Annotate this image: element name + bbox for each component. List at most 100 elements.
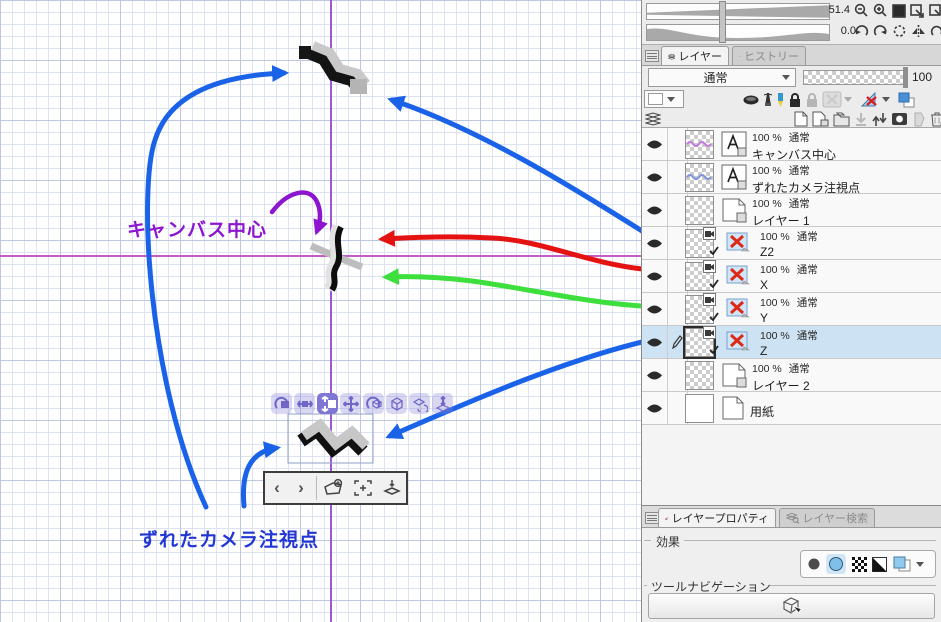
enable-mask-dropdown[interactable] — [822, 91, 857, 108]
chevron-down-icon[interactable] — [916, 561, 925, 567]
layer-row-camera-point[interactable]: 100 % 通常 ずれたカメラ注視点 — [642, 161, 941, 195]
layer-row-layer2[interactable]: 100 % 通常 レイヤー 2 — [642, 359, 941, 393]
blend-mode-dropdown[interactable]: 通常 — [648, 68, 796, 87]
visibility-eye-icon[interactable] — [642, 359, 668, 391]
rotate-slider[interactable] — [646, 24, 830, 41]
reset-view-icon[interactable] — [930, 24, 941, 38]
opacity-slider-handle[interactable] — [903, 67, 908, 88]
rotate-left-icon[interactable] — [854, 24, 869, 38]
fold-layers-icon[interactable] — [645, 111, 661, 126]
reset-rotation-icon[interactable] — [892, 24, 907, 38]
layer-list: 100 % 通常 キャンバス中心 100 % 通常 ずれたカメラ注視点 100 … — [642, 128, 941, 505]
opacity-slider[interactable] — [803, 67, 908, 88]
create-mask-icon[interactable] — [891, 112, 908, 126]
tab-layers[interactable]: レイヤー — [661, 46, 729, 65]
paper-thumbnail[interactable] — [685, 394, 714, 423]
fit-view-button[interactable] — [349, 479, 378, 497]
missing-material-icon — [726, 232, 751, 259]
tab-layer-search[interactable]: レイヤー検索 — [779, 508, 875, 527]
object-move-icon[interactable] — [340, 393, 361, 414]
layer-row-canvas-center[interactable]: 100 % 通常 キャンバス中心 — [642, 128, 941, 162]
checkmark-icon — [709, 341, 719, 359]
rotate-right-icon[interactable] — [873, 24, 888, 38]
camera-rotate-icon[interactable] — [271, 393, 292, 414]
border-effect-icon[interactable] — [807, 557, 821, 571]
print-size-icon[interactable] — [929, 3, 941, 18]
lock-transparent-icon[interactable] — [805, 92, 819, 108]
layer-thumbnail[interactable] — [685, 361, 714, 390]
opacity-value: 100 — [912, 70, 933, 84]
link-canvas-icon[interactable] — [898, 92, 915, 108]
object-rotate-icon[interactable] — [363, 393, 384, 414]
layer-row-x[interactable]: 100 % 通常 X — [642, 260, 941, 293]
tab-history[interactable]: ヒストリー — [732, 46, 806, 65]
fit-to-screen-icon[interactable] — [892, 3, 906, 18]
camera-angle-button[interactable] — [320, 478, 349, 498]
raster-layer-icon — [721, 362, 747, 393]
purple-curved-arrow — [269, 190, 328, 236]
visibility-eye-icon[interactable] — [642, 161, 668, 193]
layer-thumbnail[interactable] — [685, 163, 714, 192]
3d-layer-thumbnail[interactable] — [685, 293, 719, 324]
tool-navigation-button[interactable] — [648, 593, 935, 619]
zoom-out-icon[interactable] — [854, 3, 869, 18]
object-rotate-3d-icon[interactable] — [386, 393, 407, 414]
3d-launcher-bar — [271, 393, 453, 414]
missing-material-icon — [726, 331, 751, 358]
3d-layer-thumbnail[interactable] — [683, 326, 719, 359]
delete-layer-icon[interactable] — [930, 111, 941, 127]
visibility-eye-icon[interactable] — [642, 194, 668, 226]
visibility-eye-icon[interactable] — [642, 293, 668, 325]
transfer-down-icon[interactable] — [854, 112, 868, 127]
layer-row-y[interactable]: 100 % 通常 Y — [642, 293, 941, 326]
clip-to-layer-icon[interactable] — [742, 94, 760, 106]
draft-layer-icon[interactable] — [776, 92, 785, 108]
effects-section-label: 効果 — [653, 533, 684, 550]
visibility-eye-icon[interactable] — [642, 260, 668, 292]
lock-layer-icon[interactable] — [788, 92, 802, 108]
actual-size-icon[interactable] — [910, 3, 925, 18]
prev-object-button[interactable]: ‹ — [265, 474, 289, 502]
layer-row-z-selected[interactable]: 100 % 通常 Z — [642, 326, 941, 359]
layer-thumbnail[interactable] — [685, 130, 714, 159]
object-scale-icon[interactable] — [409, 393, 430, 414]
expression-color-icon[interactable] — [893, 556, 911, 572]
drop-to-ground-button[interactable] — [377, 479, 406, 497]
camera-pan-icon[interactable] — [294, 393, 315, 414]
border-effect-on-icon[interactable] — [826, 554, 847, 574]
tone-effect-icon[interactable] — [851, 556, 867, 572]
ruler-snap-dropdown[interactable] — [860, 91, 895, 108]
visibility-eye-icon[interactable] — [642, 227, 668, 259]
palette-color-dropdown[interactable] — [644, 90, 684, 108]
flip-horizontal-icon[interactable] — [911, 24, 926, 38]
slider-handle[interactable] — [719, 1, 726, 43]
apply-mask-icon[interactable] — [912, 112, 926, 127]
visibility-eye-icon[interactable] — [642, 128, 668, 160]
canvas-annotations — [145, 41, 641, 510]
layer-color-icon[interactable] — [872, 556, 888, 572]
panel-menu-icon[interactable] — [645, 512, 659, 524]
new-raster-layer-icon[interactable] — [794, 111, 808, 127]
next-object-button[interactable]: › — [289, 474, 313, 502]
zoom-slider[interactable] — [646, 3, 830, 20]
layer-row-paper[interactable]: 用紙 — [642, 392, 941, 425]
layer-thumbnail[interactable] — [685, 196, 714, 225]
3d-layer-thumbnail[interactable] — [685, 260, 719, 291]
canvas-viewport[interactable]: キャンバス中心 ずれたカメラ注視点 ‹ › — [0, 0, 642, 622]
reference-layer-icon[interactable] — [763, 92, 773, 107]
object-ground-icon[interactable] — [432, 393, 453, 414]
merge-down-icon[interactable] — [872, 112, 887, 127]
panel-menu-icon[interactable] — [645, 50, 659, 62]
3d-camera-badge-icon — [703, 260, 716, 273]
zoom-in-icon[interactable] — [873, 3, 888, 18]
new-folder-icon[interactable] — [833, 112, 850, 127]
visibility-eye-icon[interactable] — [642, 392, 668, 424]
blue-arrow-top-right — [387, 95, 641, 234]
visibility-eye-icon[interactable] — [642, 326, 668, 358]
tab-layer-property[interactable]: レイヤープロパティ — [658, 508, 776, 527]
new-vector-layer-icon[interactable] — [812, 111, 829, 127]
3d-layer-thumbnail[interactable] — [685, 227, 719, 258]
layer-row-z2[interactable]: 100 % 通常 Z2 — [642, 227, 941, 260]
layer-row-layer1[interactable]: 100 % 通常 レイヤー 1 — [642, 194, 941, 228]
camera-zoom-icon[interactable] — [317, 393, 338, 414]
